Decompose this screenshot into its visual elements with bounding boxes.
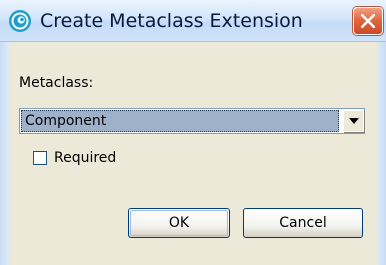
metaclass-label: Metaclass: xyxy=(19,75,94,91)
create-metaclass-extension-dialog: Create Metaclass Extension Metaclass: Co… xyxy=(0,0,386,265)
cancel-button[interactable]: Cancel xyxy=(243,208,363,238)
dropdown-arrow-button[interactable] xyxy=(343,110,364,132)
window-frame-right xyxy=(377,42,386,265)
window-frame-left xyxy=(0,42,9,265)
close-x-icon xyxy=(361,14,375,28)
title-bar[interactable]: Create Metaclass Extension xyxy=(0,0,386,42)
chevron-down-icon xyxy=(349,118,359,124)
ok-button[interactable]: OK xyxy=(128,208,230,238)
dialog-title: Create Metaclass Extension xyxy=(40,10,303,32)
eclipse-swirl-icon xyxy=(8,9,32,33)
required-checkbox[interactable] xyxy=(33,151,47,165)
metaclass-selected-value[interactable]: Component xyxy=(21,110,339,132)
required-label[interactable]: Required xyxy=(54,149,116,167)
close-button[interactable] xyxy=(353,7,383,35)
metaclass-dropdown[interactable]: Component xyxy=(19,108,365,134)
